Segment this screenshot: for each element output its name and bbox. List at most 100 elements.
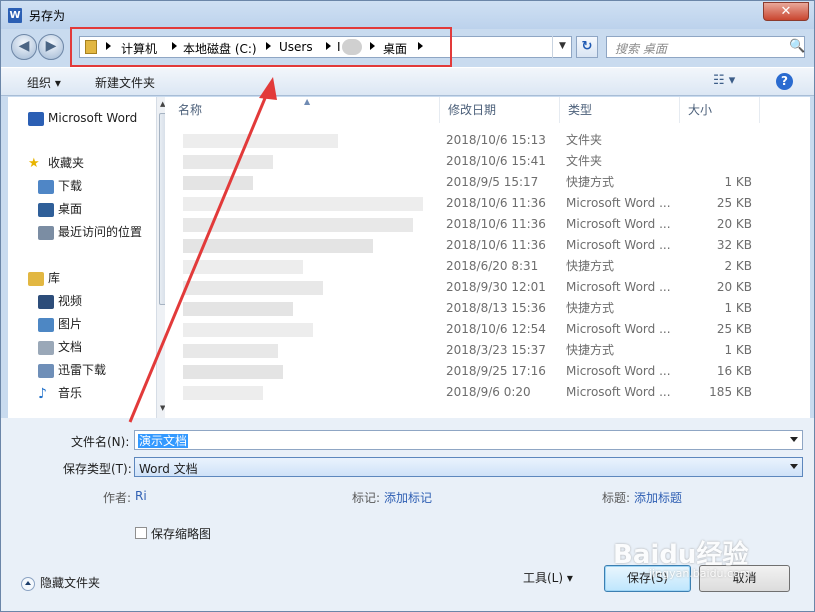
file-type: Microsoft Word ...	[566, 196, 671, 210]
new-folder-button[interactable]: 新建文件夹	[95, 74, 155, 91]
file-type: Microsoft Word ...	[566, 322, 671, 336]
file-date: 2018/10/6 15:13	[446, 133, 546, 147]
help-button[interactable]: ?	[776, 73, 793, 90]
filename-value: 演示文档	[138, 434, 189, 448]
annotation-highlight-box	[70, 27, 452, 67]
file-type: Microsoft Word ...	[566, 364, 671, 378]
close-button[interactable]: ✕	[763, 2, 809, 21]
word-app-icon: W	[8, 8, 22, 23]
sidebar-item-microsoft-word[interactable]: Microsoft Word	[28, 108, 137, 128]
save-thumbnail-label: 保存缩略图	[151, 527, 212, 541]
hide-folders-button[interactable]: 隐藏文件夹	[21, 574, 100, 591]
sidebar-item-label: 迅雷下载	[58, 363, 107, 377]
table-row[interactable]: 2018/10/6 12:54 Microsoft Word ... 25 KB	[165, 319, 810, 340]
table-row[interactable]: 2018/9/30 12:01 Microsoft Word ... 20 KB	[165, 277, 810, 298]
music-icon: ♪	[38, 385, 47, 402]
sidebar-item-thunder-downloads[interactable]: 迅雷下载	[38, 360, 106, 380]
sidebar-item-label: 音乐	[58, 386, 83, 400]
sidebar-item-label: 收藏夹	[48, 156, 85, 170]
sidebar-item-label: 库	[48, 271, 61, 285]
file-size: 1 KB	[724, 343, 752, 357]
search-icon[interactable]: 🔍	[789, 39, 805, 54]
sidebar-item-recent[interactable]: 最近访问的位置	[38, 222, 142, 242]
picture-icon	[38, 317, 54, 332]
desktop-icon	[38, 202, 54, 217]
sidebar-item-label: Microsoft Word	[48, 111, 138, 125]
file-date: 2018/9/6 0:20	[446, 385, 531, 399]
table-row[interactable]: 2018/8/13 15:36 快捷方式 1 KB	[165, 298, 810, 319]
column-header-type[interactable]: 类型	[560, 97, 680, 123]
tags-label: 标记:	[352, 491, 381, 505]
sidebar-item-libraries[interactable]: 库	[28, 268, 60, 288]
file-type: Microsoft Word ...	[566, 385, 671, 399]
author-value[interactable]: Ri	[135, 489, 147, 503]
sidebar-item-favorites[interactable]: ★ 收藏夹	[28, 153, 84, 173]
organize-button[interactable]: 组织 ▾	[27, 74, 61, 91]
table-row[interactable]: 2018/10/6 11:36 Microsoft Word ... 32 KB	[165, 235, 810, 256]
tools-button[interactable]: 工具(L) ▾	[523, 569, 573, 586]
thunder-download-icon	[38, 363, 54, 378]
blurred-file-name	[183, 302, 293, 316]
word-icon	[28, 111, 44, 126]
blurred-file-name	[183, 260, 303, 274]
save-as-dialog: W 另存为 ✕ ◀ ▶ 计算机 本地磁盘 (C:) Users I 桌面 ▼ ↻…	[0, 0, 815, 612]
table-row[interactable]: 2018/6/20 8:31 快捷方式 2 KB	[165, 256, 810, 277]
back-button[interactable]: ◀	[11, 34, 37, 60]
file-date: 2018/10/6 11:36	[446, 238, 546, 252]
navigation-pane: Microsoft Word ★ 收藏夹 下载 桌面 最近访问的位置 库 视频 图…	[8, 97, 170, 418]
blurred-file-name	[183, 197, 423, 211]
file-date: 2018/9/30 12:01	[446, 280, 546, 294]
sidebar-item-desktop[interactable]: 桌面	[38, 199, 82, 219]
sidebar-item-music[interactable]: ♪ 音乐	[38, 383, 82, 403]
blurred-file-name	[183, 239, 373, 253]
recent-icon	[38, 225, 54, 240]
address-dropdown-button[interactable]: ▼	[552, 36, 572, 58]
title-field[interactable]: 添加标题	[634, 489, 682, 506]
table-row[interactable]: 2018/10/6 15:13 文件夹	[165, 130, 810, 151]
table-row[interactable]: 2018/9/6 0:20 Microsoft Word ... 185 KB	[165, 382, 810, 403]
column-header-date[interactable]: 修改日期	[440, 97, 560, 123]
chevron-down-icon[interactable]	[790, 464, 798, 469]
refresh-button[interactable]: ↻	[576, 36, 598, 58]
file-size: 20 KB	[716, 280, 752, 294]
file-type: 快捷方式	[566, 301, 615, 315]
search-input[interactable]: 搜索 桌面 🔍	[606, 36, 805, 58]
file-date: 2018/10/6 15:41	[446, 154, 546, 168]
file-date: 2018/6/20 8:31	[446, 259, 539, 273]
table-row[interactable]: 2018/3/23 15:37 快捷方式 1 KB	[165, 340, 810, 361]
table-row[interactable]: 2018/10/6 15:41 文件夹	[165, 151, 810, 172]
library-icon	[28, 271, 44, 286]
sidebar-item-documents[interactable]: 文档	[38, 337, 82, 357]
tags-field[interactable]: 添加标记	[384, 489, 432, 506]
table-row[interactable]: 2018/9/25 17:16 Microsoft Word ... 16 KB	[165, 361, 810, 382]
table-row[interactable]: 2018/9/5 15:17 快捷方式 1 KB	[165, 172, 810, 193]
filetype-value: Word 文档	[139, 462, 198, 476]
file-date: 2018/9/25 17:16	[446, 364, 546, 378]
filetype-select[interactable]: Word 文档	[134, 457, 803, 477]
sidebar-item-pictures[interactable]: 图片	[38, 314, 82, 334]
sidebar-item-downloads[interactable]: 下载	[38, 176, 82, 196]
column-header-name[interactable]: 名称 ▲	[165, 97, 440, 123]
title-label: 标题:	[602, 491, 631, 505]
file-date: 2018/8/13 15:36	[446, 301, 546, 315]
baidu-watermark-url: jingyan.baidu.com	[649, 567, 751, 580]
file-date: 2018/10/6 11:36	[446, 196, 546, 210]
chevron-down-icon[interactable]	[790, 437, 798, 442]
filetype-label: 保存类型(T):	[63, 462, 132, 476]
file-type: Microsoft Word ...	[566, 238, 671, 252]
forward-button[interactable]: ▶	[38, 34, 64, 60]
filename-input[interactable]: 演示文档	[134, 430, 803, 450]
file-size: 2 KB	[724, 259, 752, 273]
video-icon	[38, 294, 54, 309]
sidebar-item-videos[interactable]: 视频	[38, 291, 82, 311]
filename-label: 文件名(N):	[71, 435, 130, 449]
column-header-size[interactable]: 大小	[680, 97, 760, 123]
sidebar-item-label: 图片	[58, 317, 83, 331]
sidebar-item-label: 最近访问的位置	[58, 225, 143, 239]
file-type: Microsoft Word ...	[566, 217, 671, 231]
view-options-button[interactable]: ☷ ▾	[713, 73, 735, 88]
table-row[interactable]: 2018/10/6 11:36 Microsoft Word ... 25 KB	[165, 193, 810, 214]
table-row[interactable]: 2018/10/6 11:36 Microsoft Word ... 20 KB	[165, 214, 810, 235]
save-thumbnail-checkbox[interactable]	[135, 527, 147, 539]
star-icon: ★	[28, 155, 40, 171]
